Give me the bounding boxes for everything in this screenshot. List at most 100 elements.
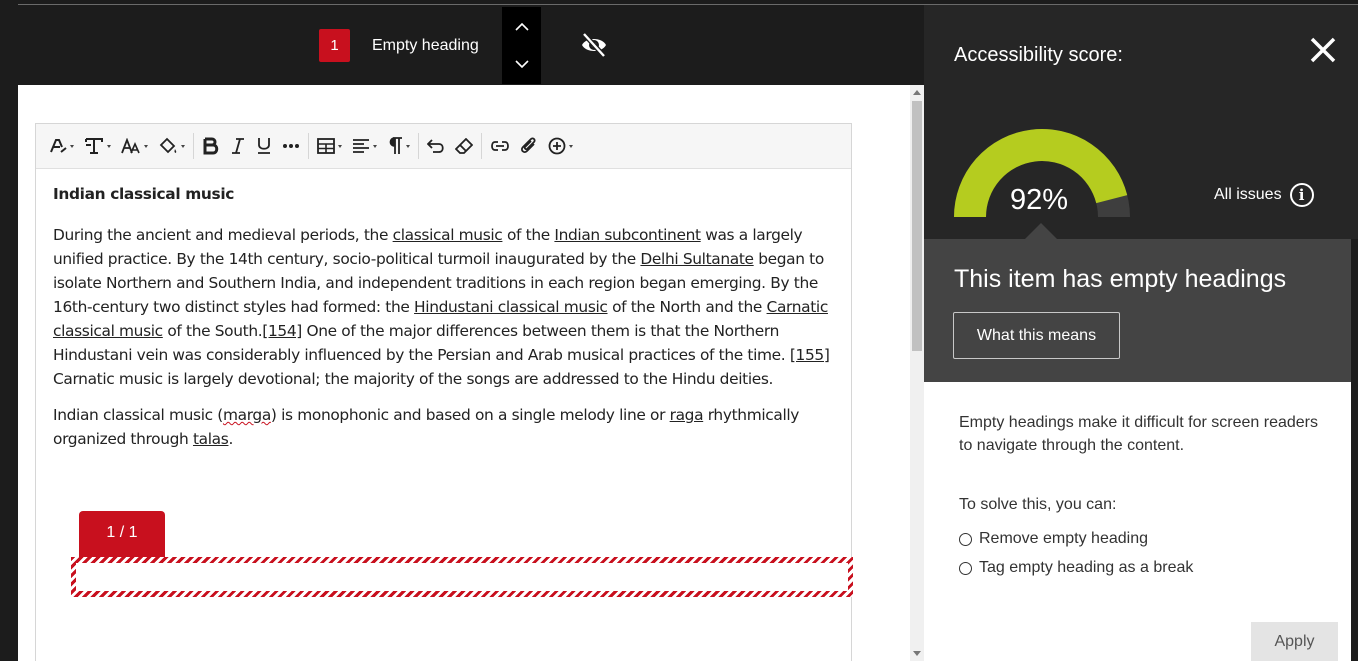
link-hindustani-classical-music[interactable]: Hindustani classical music bbox=[414, 298, 608, 316]
font-size-icon bbox=[121, 138, 140, 154]
issue-label: Empty heading bbox=[372, 37, 479, 54]
text-run: Indian classical music ( bbox=[53, 406, 223, 424]
link-delhi-sultanate[interactable]: Delhi Sultanate bbox=[640, 250, 754, 268]
chevron-down-icon bbox=[514, 60, 529, 69]
issue-nav-buttons bbox=[502, 7, 541, 84]
toolbar-separator bbox=[308, 133, 309, 159]
scrollbar-thumb[interactable] bbox=[912, 101, 922, 351]
paragraph: Indian classical music (marga) is monoph… bbox=[53, 403, 843, 451]
next-issue-button[interactable] bbox=[502, 46, 541, 85]
document-content[interactable]: Indian classical music During the ancien… bbox=[53, 184, 843, 463]
all-issues-button[interactable]: All issues i bbox=[1214, 183, 1314, 207]
italic-button[interactable] bbox=[225, 130, 251, 162]
bold-button[interactable] bbox=[197, 130, 225, 162]
text-run: During the ancient and medieval periods,… bbox=[53, 226, 393, 244]
solve-intro: To solve this, you can: bbox=[959, 496, 1117, 513]
document-heading: Indian classical music bbox=[53, 185, 235, 203]
caret-icon bbox=[373, 144, 377, 148]
option-remove-empty-heading[interactable]: Remove empty heading bbox=[959, 530, 1148, 548]
option-tag-as-break[interactable]: Tag empty heading as a break bbox=[959, 559, 1193, 577]
callout-pointer bbox=[1025, 223, 1057, 239]
text-run: Carnatic music is largely devotional; th… bbox=[53, 370, 774, 388]
link-button[interactable] bbox=[485, 130, 515, 162]
app-root: 1 Empty heading Indian classical music D… bbox=[0, 0, 1358, 661]
option-label: Tag empty heading as a break bbox=[979, 559, 1194, 576]
radio-button[interactable] bbox=[959, 532, 972, 546]
text-run: of the North and the bbox=[607, 298, 767, 316]
link-marga[interactable]: marga bbox=[223, 406, 271, 424]
what-this-means-button[interactable]: What this means bbox=[953, 312, 1120, 359]
paint-bucket-icon bbox=[159, 137, 177, 154]
attachment-button[interactable] bbox=[515, 130, 543, 162]
caret-icon bbox=[144, 144, 148, 148]
plus-circle-icon bbox=[548, 137, 566, 155]
more-options-button[interactable] bbox=[277, 130, 305, 162]
previous-issue-button[interactable] bbox=[502, 7, 541, 46]
radio-button[interactable] bbox=[959, 561, 972, 575]
table-button[interactable] bbox=[312, 130, 347, 162]
all-issues-label: All issues bbox=[1214, 186, 1282, 203]
issue-title: This item has empty headings bbox=[954, 265, 1287, 293]
link-citation-155[interactable]: [155] bbox=[790, 346, 830, 364]
text-run: . bbox=[228, 430, 233, 448]
caret-icon bbox=[569, 144, 573, 148]
link-raga[interactable]: raga bbox=[670, 406, 704, 424]
link-talas[interactable]: talas bbox=[193, 430, 229, 448]
underline-icon bbox=[258, 138, 270, 154]
toolbar-separator bbox=[418, 133, 419, 159]
undo-icon bbox=[427, 139, 444, 153]
text-run: of the South. bbox=[162, 322, 263, 340]
clear-formatting-button[interactable] bbox=[450, 130, 478, 162]
undo-button[interactable] bbox=[422, 130, 450, 162]
panel-title: Accessibility score: bbox=[954, 44, 1123, 66]
info-icon: i bbox=[1289, 183, 1314, 207]
scroll-up-icon[interactable] bbox=[913, 90, 921, 95]
text-run: of the bbox=[502, 226, 555, 244]
paragraph-marks-button[interactable] bbox=[382, 130, 415, 162]
pen-icon bbox=[50, 139, 67, 153]
score-section: Accessibility score: 92% All issues i bbox=[924, 5, 1358, 239]
eraser-icon bbox=[455, 138, 473, 154]
paragraph: During the ancient and medieval periods,… bbox=[53, 223, 843, 391]
close-icon[interactable] bbox=[1309, 36, 1337, 64]
panel-edge bbox=[1351, 239, 1358, 661]
issue-summary: This item has empty headings What this m… bbox=[924, 223, 1351, 382]
link-citation-154[interactable]: [154] bbox=[262, 322, 302, 340]
paperclip-icon bbox=[521, 137, 536, 153]
toolbar-separator bbox=[193, 133, 194, 159]
rich-text-editor: Indian classical music During the ancien… bbox=[35, 123, 853, 661]
apply-button[interactable]: Apply bbox=[1251, 622, 1338, 661]
scroll-down-icon[interactable] bbox=[913, 651, 921, 656]
caret-icon bbox=[181, 144, 185, 148]
font-size-button[interactable] bbox=[116, 130, 153, 162]
empty-heading-highlight[interactable] bbox=[71, 557, 853, 597]
toolbar-separator bbox=[481, 133, 482, 159]
issue-description: Empty headings make it difficult for scr… bbox=[959, 414, 1318, 454]
caret-icon bbox=[406, 144, 410, 148]
pilcrow-icon bbox=[389, 137, 402, 154]
link-icon bbox=[491, 141, 509, 151]
caret-icon bbox=[70, 144, 74, 148]
text-style-button[interactable] bbox=[44, 130, 79, 162]
text-run: ) is monophonic and based on a single me… bbox=[270, 406, 670, 424]
caret-icon bbox=[107, 144, 111, 148]
caret-icon bbox=[338, 144, 342, 148]
accessibility-panel: Accessibility score: 92% All issues i Th… bbox=[924, 0, 1358, 661]
text-type-icon bbox=[85, 138, 103, 154]
underline-button[interactable] bbox=[251, 130, 277, 162]
score-value: 92% bbox=[1010, 184, 1069, 216]
issue-number-badge: 1 bbox=[319, 29, 350, 62]
align-button[interactable] bbox=[347, 130, 382, 162]
paragraph-format-button[interactable] bbox=[79, 130, 116, 162]
table-icon bbox=[317, 138, 335, 154]
editor-scrollbar[interactable] bbox=[910, 85, 924, 661]
link-indian-subcontinent[interactable]: Indian subcontinent bbox=[554, 226, 701, 244]
fill-color-button[interactable] bbox=[153, 130, 190, 162]
issue-details: Empty headings make it difficult for scr… bbox=[924, 382, 1351, 661]
insert-button[interactable] bbox=[543, 130, 578, 162]
link-classical-music[interactable]: classical music bbox=[393, 226, 503, 244]
bold-icon bbox=[203, 137, 219, 155]
eye-slash-icon[interactable] bbox=[580, 32, 608, 58]
ellipsis-icon bbox=[283, 144, 299, 148]
empty-heading-field[interactable] bbox=[76, 563, 848, 591]
